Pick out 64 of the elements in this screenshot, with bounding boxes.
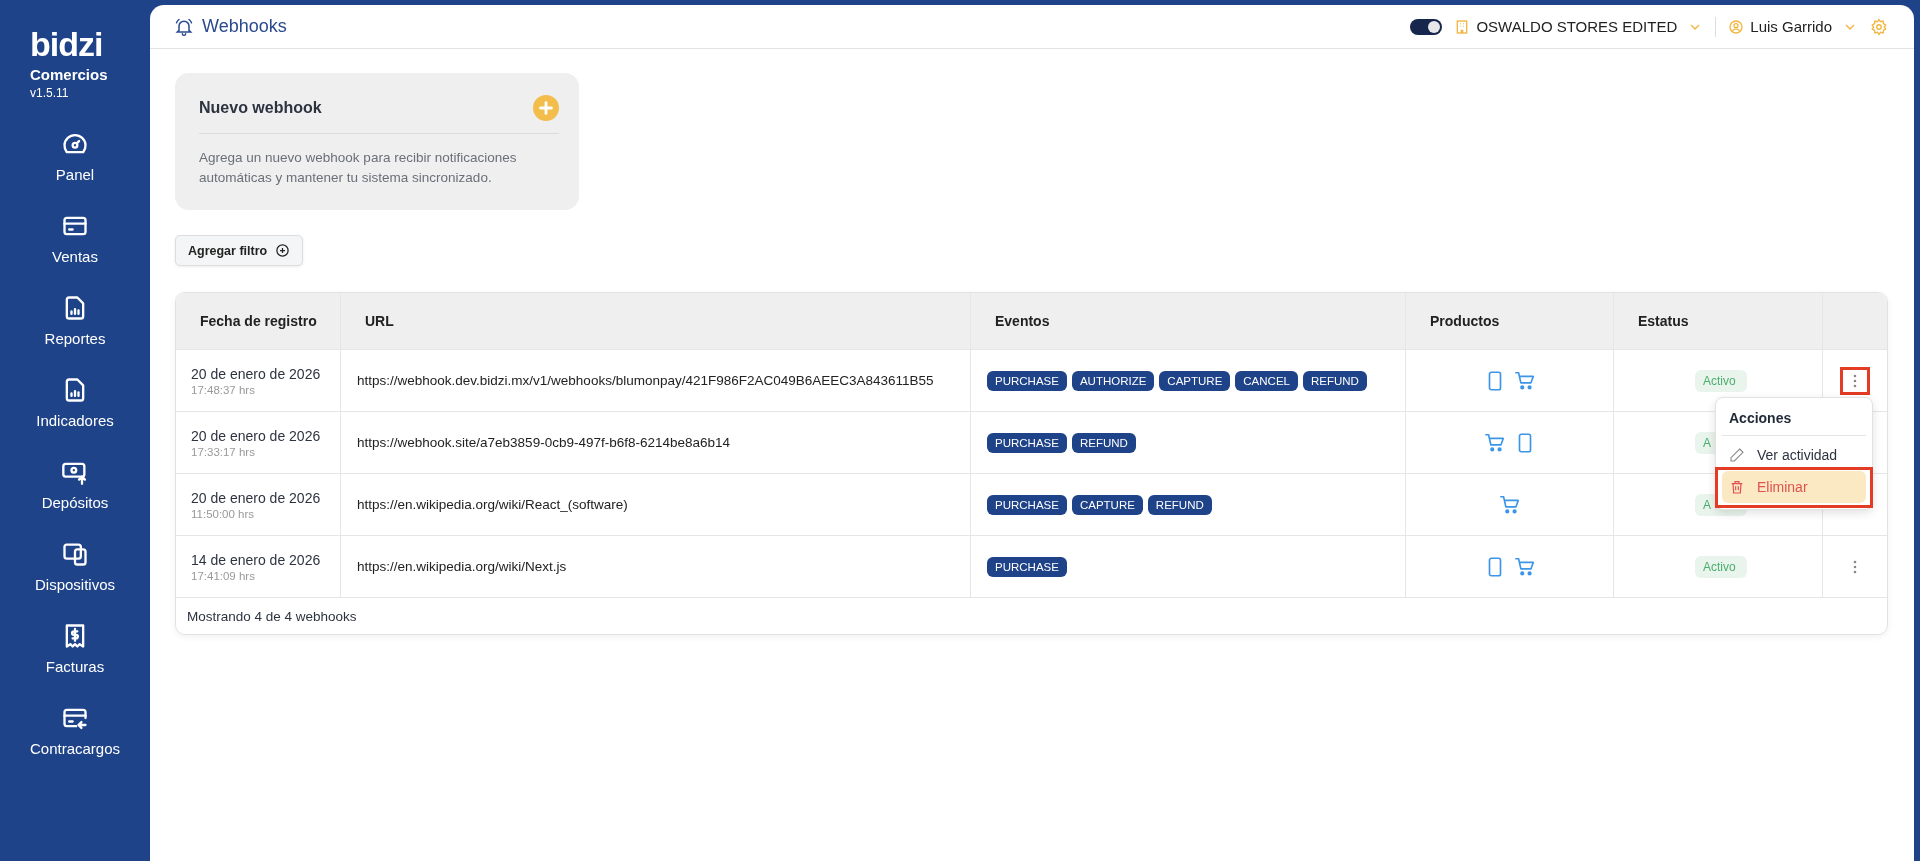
event-tag: CAPTURE <box>1159 370 1231 391</box>
event-tag: REFUND <box>1147 494 1212 515</box>
pencil-icon <box>1729 447 1745 463</box>
nav-item[interactable]: Reportes <box>44 294 106 376</box>
kebab-icon <box>1853 559 1857 574</box>
logo: bidzi <box>30 26 103 62</box>
settings-icon[interactable] <box>1870 17 1888 36</box>
nav-item[interactable]: Panel <box>55 130 95 212</box>
date-text: 14 de enero de 2026 <box>191 551 321 568</box>
url-text: https://en.wikipedia.org/wiki/Next.js <box>357 559 567 574</box>
column-header: Productos <box>1406 293 1614 349</box>
status-badge: Activo <box>1695 555 1747 578</box>
bell-icon <box>174 16 194 37</box>
url-text: https://en.wikipedia.org/wiki/React_(software) <box>357 497 628 512</box>
nav-item[interactable]: Ventas <box>52 212 98 294</box>
column-header: URL <box>341 293 971 349</box>
event-tag: CAPTURE <box>1071 494 1143 515</box>
page-title: Webhooks <box>202 16 287 37</box>
menu-title: Acciones <box>1722 408 1866 436</box>
event-tag: REFUND <box>1302 370 1367 391</box>
time-text: 17:48:37 hrs <box>191 383 255 396</box>
nav-item[interactable]: Indicadores <box>36 376 114 458</box>
more-options-button[interactable] <box>1840 366 1870 395</box>
card-title: Nuevo webhook <box>199 99 322 117</box>
date-text: 20 de enero de 2026 <box>191 365 321 382</box>
column-header: Eventos <box>971 293 1406 349</box>
event-tag: PURCHASE <box>987 370 1067 391</box>
cart-icon <box>1483 431 1506 454</box>
time-text: 17:41:09 hrs <box>191 569 255 582</box>
results-count: Mostrando 4 de 4 webhooks <box>187 608 357 624</box>
time-text: 17:33:17 hrs <box>191 445 255 458</box>
user-menu[interactable]: Luis Garrido <box>1728 18 1858 35</box>
event-tag: AUTHORIZE <box>1071 370 1155 391</box>
cart-icon <box>1513 555 1536 578</box>
column-header: Fecha de registro <box>176 293 341 349</box>
status-badge: Activo <box>1695 369 1747 392</box>
event-tag: REFUND <box>1071 432 1136 453</box>
cart-icon <box>1498 493 1521 516</box>
version-label: v1.5.11 <box>30 86 69 100</box>
event-tag: PURCHASE <box>987 432 1067 453</box>
date-text: 20 de enero de 2026 <box>191 427 321 444</box>
trash-icon <box>1729 479 1745 495</box>
product-name: Comercios <box>30 66 108 83</box>
nav-item[interactable]: Depósitos <box>41 458 109 540</box>
theme-toggle[interactable] <box>1410 18 1443 35</box>
event-tag: CANCEL <box>1235 370 1298 391</box>
event-tag: PURCHASE <box>987 494 1067 515</box>
add-filter-button[interactable]: Agregar filtro <box>175 235 304 266</box>
date-text: 20 de enero de 2026 <box>191 489 321 506</box>
card-description: Agrega un nuevo webhook para recibir notificaciones automáticas y mantener tu sistema sincronizado. <box>199 149 518 187</box>
user-icon <box>1728 18 1745 35</box>
nav-item[interactable]: Contracargos <box>29 704 120 786</box>
time-text: 11:50:00 hrs <box>191 507 255 520</box>
kebab-icon <box>1853 373 1857 388</box>
column-header: Estatus <box>1614 293 1823 349</box>
add-icon[interactable] <box>533 95 559 121</box>
event-tag: PURCHASE <box>987 556 1067 577</box>
cart-icon <box>1513 369 1536 392</box>
nav-item[interactable]: Facturas <box>45 622 105 704</box>
url-text: https://webhook.site/a7eb3859-0cb9-497f-b6f8-6214be8a6b14 <box>357 435 731 450</box>
nav-item[interactable]: Dispositivos <box>35 540 115 622</box>
store-selector[interactable]: OSWALDO STORES EDITED <box>1454 18 1704 35</box>
add-circle-icon <box>275 243 291 258</box>
url-text: https://webhook.dev.bidzi.mx/v1/webhooks/blumonpay/421F986F2AC049B6AEEC3A843611B55 <box>357 373 934 388</box>
